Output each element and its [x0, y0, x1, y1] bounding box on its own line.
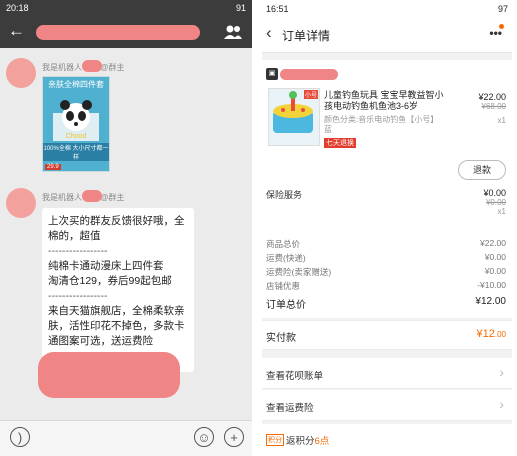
- insurance-quantity: x1: [497, 207, 506, 216]
- return-policy-badge: 七天退换: [324, 138, 356, 148]
- summary-value: -¥10.00: [477, 280, 506, 290]
- summary-value: ¥0.00: [484, 252, 506, 262]
- order-card: ▣ 小号 儿童钓鱼玩具 宝宝早教益智小孩电动钓鱼机鱼池3-6岁 颜色分类:音乐电…: [262, 60, 512, 238]
- paid-amount-bar: 实付款 ¥12.00: [262, 320, 512, 350]
- chevron-right-icon: ›: [499, 364, 504, 380]
- rewards-label: 返积分: [286, 436, 315, 447]
- back-arrow-icon[interactable]: ←: [8, 21, 25, 41]
- product-name[interactable]: 儿童钓鱼玩具 宝宝早教益智小孩电动钓鱼机鱼池3-6岁: [324, 90, 444, 112]
- status-time: 16:51: [266, 4, 289, 14]
- summary-row: 运费险(卖家赠送) ¥0.00: [266, 266, 506, 280]
- paid-value-main: ¥12: [476, 328, 495, 340]
- summary-row: 商品总价 ¥22.00: [266, 238, 506, 252]
- product-thumbnail[interactable]: 小号: [268, 88, 320, 146]
- redacted-group-name: [36, 25, 200, 40]
- huabei-bill-link[interactable]: 查看花呗账单 ›: [262, 358, 512, 389]
- insurance-price: ¥0.00 ¥0.00 x1: [483, 188, 506, 216]
- message-line: 淘清仓129，券后99起包邮: [48, 275, 172, 287]
- redacted-shop-name[interactable]: [280, 69, 338, 80]
- summary-row: 店铺优惠 -¥10.00: [266, 280, 506, 294]
- summary-label: 店铺优惠: [266, 281, 301, 291]
- message-line: 上次买的群友反馈很好哦，全棉的，超值: [48, 215, 185, 242]
- product-spec: 颜色分类:音乐电动钓鱼【小号】蓝: [324, 115, 439, 134]
- group-members-icon[interactable]: [224, 24, 242, 40]
- summary-value: ¥0.00: [484, 266, 506, 276]
- summary-label: 运费(快递): [266, 253, 306, 263]
- insurance-label: 保险服务: [266, 190, 303, 200]
- insurance-price-current: ¥0.00: [483, 188, 506, 198]
- shipping-insurance-link[interactable]: 查看运费险 ›: [262, 390, 512, 421]
- link-label: 查看运费险: [266, 403, 314, 414]
- chat-panel: 20:18 91 ← 我是机器人 有事@群主 亲肤全棉四件套 Chood 100…: [0, 0, 252, 456]
- rewards-tag: 积分: [266, 434, 284, 446]
- status-bar: 20:18 91: [0, 0, 252, 16]
- order-total-row: 订单总价 ¥12.00: [266, 296, 506, 311]
- paid-value: ¥12.00: [477, 328, 506, 340]
- emoji-icon[interactable]: ☺: [194, 427, 214, 447]
- message-line: 纯棉卡通动漫床上四件套: [48, 260, 164, 272]
- shop-icon: ▣: [266, 68, 278, 80]
- rewards-value: 6点: [314, 436, 330, 447]
- refund-button[interactable]: 退款: [458, 160, 506, 180]
- image-card-strip: 100%全棉 大小尺寸都一样: [43, 143, 109, 161]
- link-label: 查看花呗账单: [266, 371, 324, 382]
- voice-input-icon[interactable]: ): [10, 427, 30, 447]
- battery-level: 91: [235, 3, 246, 13]
- battery-level: 97: [497, 4, 508, 14]
- more-icon[interactable]: •••: [489, 26, 502, 40]
- rewards-row: 积分 返积分6点: [262, 424, 512, 456]
- sender-avatar[interactable]: [6, 188, 36, 218]
- insurance-price-original: ¥0.00: [485, 198, 506, 207]
- price-current: ¥22.00: [478, 92, 506, 102]
- message-line: 来自天猫旗舰店，全棉柔软亲肤，活性印花不掉色，多款卡通图案可选，送运费险: [48, 305, 185, 347]
- redacted-message: [38, 352, 180, 398]
- paid-label: 实付款: [266, 333, 296, 344]
- rewards-text: 返积分6点: [286, 433, 329, 447]
- sender-avatar[interactable]: [6, 58, 36, 88]
- image-card-title: 亲肤全棉四件套: [48, 80, 104, 89]
- add-attachment-icon[interactable]: +: [224, 427, 244, 447]
- status-bar: 16:51 97: [262, 0, 512, 18]
- image-message[interactable]: 亲肤全棉四件套 Chood 100%全棉 大小尺寸都一样 29.9: [42, 76, 110, 172]
- redacted-name: [82, 190, 102, 202]
- message-separator: -----------------: [48, 290, 108, 302]
- order-header: ‹ 订单详情 •••: [262, 18, 512, 53]
- price-original: ¥68.00: [481, 102, 506, 111]
- paid-value-cents: .00: [494, 330, 506, 339]
- image-card-badge: 29.9: [45, 164, 61, 170]
- redacted-name: [82, 60, 102, 72]
- message-separator: -----------------: [48, 245, 108, 257]
- summary-label: 运费险(卖家赠送): [266, 267, 332, 277]
- chat-header: ←: [0, 16, 252, 48]
- order-total-label: 订单总价: [266, 300, 306, 311]
- chevron-right-icon: ›: [499, 396, 504, 412]
- order-total-value: ¥12.00: [475, 296, 506, 307]
- panda-bedding-image: Chood: [53, 100, 99, 141]
- back-chevron-icon[interactable]: ‹: [266, 23, 272, 43]
- svg-text:Chood: Chood: [66, 133, 87, 140]
- product-quantity: x1: [497, 116, 506, 125]
- order-detail-panel: 16:51 97 ‹ 订单详情 ••• ▣ 小号 儿童钓鱼玩具 宝宝早教益智小孩…: [262, 0, 512, 456]
- page-title: 订单详情: [282, 29, 331, 43]
- product-image-tag: 小号: [303, 90, 318, 99]
- panel-divider: [254, 0, 260, 456]
- summary-row: 运费(快递) ¥0.00: [266, 252, 506, 266]
- summary-label: 商品总价: [266, 239, 301, 249]
- status-time: 20:18: [6, 3, 29, 13]
- chat-input-bar: ) ☺ +: [0, 420, 252, 456]
- product-price: ¥22.00 ¥68.00 x1: [478, 92, 506, 125]
- price-summary: 商品总价 ¥22.00 运费(快递) ¥0.00 运费险(卖家赠送) ¥0.00…: [262, 232, 512, 318]
- summary-value: ¥22.00: [480, 238, 506, 248]
- text-message-bubble[interactable]: 上次买的群友反馈很好哦，全棉的，超值 ----------------- 纯棉卡…: [42, 208, 194, 372]
